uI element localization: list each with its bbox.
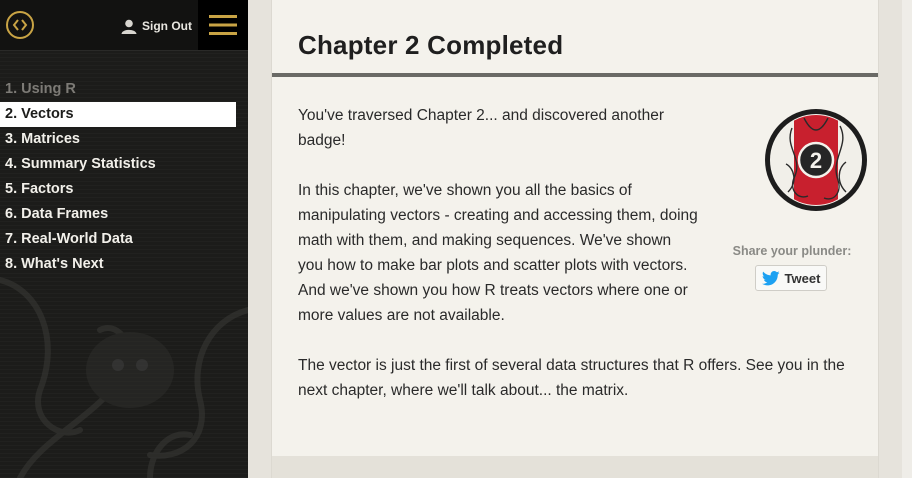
hamburger-icon xyxy=(209,15,237,35)
chapter-nav: 1. Using R 2. Vectors 3. Matrices 4. Sum… xyxy=(0,77,248,277)
chapter-badge: 2 xyxy=(765,109,867,211)
title-divider xyxy=(272,73,878,77)
completion-card: Chapter 2 Completed You've traversed Cha… xyxy=(272,0,878,478)
sidebar-item-using-r[interactable]: 1. Using R xyxy=(0,77,248,102)
sidebar-item-summary-statistics[interactable]: 4. Summary Statistics xyxy=(0,152,248,177)
intro-paragraph: You've traversed Chapter 2... and discov… xyxy=(298,107,665,149)
sidebar-item-matrices[interactable]: 3. Matrices xyxy=(0,127,248,152)
next-chapter-paragraph: The vector is just the first of several … xyxy=(298,357,845,399)
sidebar: Sign Out 1. Using R 2. Vectors 3. Matric… xyxy=(0,0,248,478)
kraken-illustration xyxy=(0,277,248,478)
tweet-label: Tweet xyxy=(784,270,821,286)
badge-number: 2 xyxy=(810,148,822,173)
completion-text: You've traversed Chapter 2... and discov… xyxy=(298,103,845,428)
sidebar-item-label: 2. Vectors xyxy=(5,106,74,122)
share-label: Share your plunder: xyxy=(732,244,852,258)
page-edge xyxy=(902,0,912,478)
hamburger-menu-button[interactable] xyxy=(198,0,248,50)
sign-out-button[interactable]: Sign Out xyxy=(121,17,192,35)
sidebar-item-vectors[interactable]: 2. Vectors xyxy=(0,102,236,127)
sidebar-item-real-world-data[interactable]: 7. Real-World Data xyxy=(0,227,248,252)
page-title: Chapter 2 Completed xyxy=(298,30,564,60)
main-content: Chapter 2 Completed You've traversed Cha… xyxy=(248,0,912,478)
code-brackets-icon[interactable] xyxy=(6,11,34,39)
summary-paragraph: In this chapter, we've shown you all the… xyxy=(298,182,698,324)
sign-out-label: Sign Out xyxy=(142,19,192,33)
next-section-strip xyxy=(272,456,878,478)
sidebar-item-factors[interactable]: 5. Factors xyxy=(0,177,248,202)
top-bar: Sign Out xyxy=(0,0,248,51)
twitter-bird-icon xyxy=(761,270,780,285)
sidebar-item-data-frames[interactable]: 6. Data Frames xyxy=(0,202,248,227)
user-icon xyxy=(121,19,137,34)
tweet-button[interactable]: Tweet xyxy=(755,265,827,291)
